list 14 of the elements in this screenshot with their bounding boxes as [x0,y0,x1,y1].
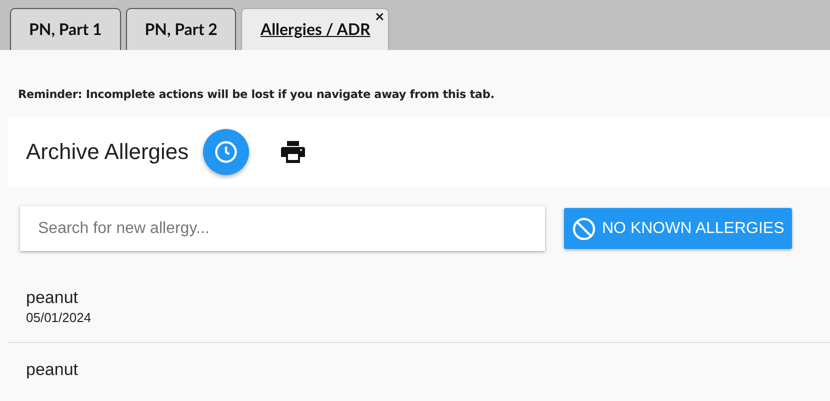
search-field[interactable]: Search for new allergy... [20,206,545,251]
tab[interactable]: PN, Part 1 [10,8,121,50]
reminder-text: Reminder: Incomplete actions will be lost if you navigate away from this tab. [17,87,496,103]
prohibited-icon [572,216,596,240]
allergy-name: peanut [26,360,78,380]
tab[interactable]: Allergies / ADR × [241,8,390,50]
allergy-name: peanut [26,288,78,308]
print-icon[interactable] [280,141,305,163]
tab[interactable]: PN, Part 2 [126,8,236,50]
history-button[interactable] [202,129,249,175]
page-title: Archive Allergies [26,139,189,165]
clock-icon [212,139,239,165]
allergy-date: 05/01/2024 [26,310,92,325]
close-icon[interactable]: × [375,9,384,25]
